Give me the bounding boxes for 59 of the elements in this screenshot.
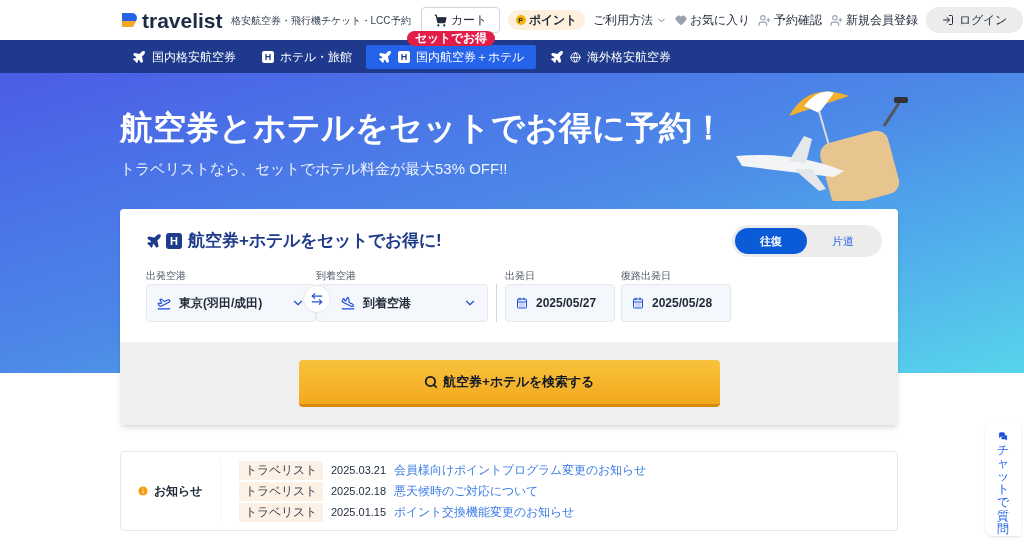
hero-title: 航空券とホテルをセットでお得に予約！ — [120, 108, 725, 148]
trip-type-option[interactable]: 片道 — [807, 228, 879, 254]
field-label: 到着空港 — [316, 271, 357, 281]
select-field[interactable]: 東京(羽田/成田) — [146, 284, 316, 322]
nav-tab[interactable]: 海外格安航空券 — [538, 45, 683, 69]
select-field[interactable]: 到着空港 — [316, 284, 488, 322]
promo-badge: セットでお得 — [407, 31, 495, 46]
search-title: 航空券+ホテルをセットでお得に! — [188, 230, 442, 253]
login-icon — [941, 14, 954, 26]
cart-icon — [433, 13, 447, 27]
swap-icon — [310, 292, 324, 306]
notice-date: 2025.02.18 — [331, 483, 387, 499]
login-button[interactable]: ログイン — [925, 7, 1023, 33]
plane-icon — [132, 50, 146, 64]
chat-button[interactable]: チャットで質問 — [985, 424, 1021, 536]
user-plus-icon — [757, 13, 771, 27]
plane-icon — [146, 233, 162, 249]
notice-title: お知らせ — [154, 483, 202, 500]
select-field[interactable]: 2025/05/28 — [621, 284, 731, 322]
trip-type-option[interactable]: 往復 — [735, 228, 807, 254]
landing-icon — [341, 296, 355, 310]
nav-tab[interactable]: H ホテル・旅館 — [250, 45, 364, 69]
hotel-icon: H — [398, 51, 410, 63]
plane-icon — [550, 50, 564, 64]
field-label: 復路出発日 — [621, 271, 672, 281]
globe-icon — [570, 51, 581, 63]
menu-link[interactable]: ご利用方法 — [592, 11, 667, 29]
field-label: 出発空港 — [146, 271, 187, 281]
search-icon — [424, 375, 439, 389]
nav-tab[interactable]: H 国内航空券＋ホテル — [366, 45, 536, 69]
takeoff-icon — [157, 296, 171, 310]
notice-link[interactable]: 会員様向けポイントプログラム変更のお知らせ — [394, 461, 647, 479]
notice-link[interactable]: 悪天候時のご対応について — [394, 482, 539, 500]
menu-link[interactable]: 予約確認 — [757, 11, 822, 29]
select-field[interactable]: 2025/05/27 — [505, 284, 615, 322]
calendar-icon — [632, 297, 644, 309]
heart-icon — [674, 14, 687, 26]
source-tag: トラベリスト — [239, 502, 323, 522]
notice-link[interactable]: ポイント交換機能変更のお知らせ — [394, 503, 575, 521]
search-button[interactable]: 航空券+ホテルを検索する — [298, 360, 720, 407]
calendar-icon — [516, 297, 528, 309]
chat-icon — [996, 432, 1010, 441]
menu-link[interactable]: お気に入り — [674, 11, 750, 29]
source-tag: トラベリスト — [239, 460, 323, 480]
logo-text: travelist — [142, 9, 223, 31]
notice-date: 2025.01.15 — [331, 504, 387, 520]
source-tag: トラベリスト — [239, 481, 323, 501]
hero-subtitle: トラベリストなら、セットでホテル料金が最大53% OFF!! — [120, 159, 509, 180]
nav-tab[interactable]: 国内格安航空券 — [120, 45, 248, 69]
user-plus-icon — [829, 13, 843, 27]
hotel-icon: H — [262, 51, 274, 63]
logo-icon — [120, 11, 138, 29]
plane-icon — [378, 50, 392, 64]
info-icon — [137, 485, 149, 497]
menu-link[interactable]: 新規会員登録 — [829, 11, 918, 29]
hotel-icon: H — [166, 233, 182, 249]
field-label: 出発日 — [505, 271, 536, 281]
tagline: 格安航空券・飛行機チケット・LCC予約 — [230, 13, 411, 28]
notice-date: 2025.03.21 — [331, 462, 387, 478]
